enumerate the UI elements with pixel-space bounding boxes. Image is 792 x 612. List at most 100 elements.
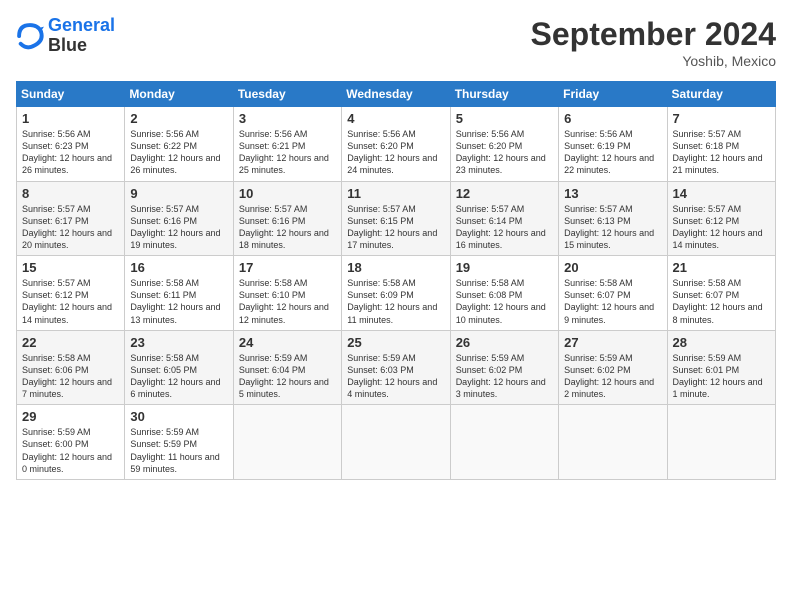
title-area: September 2024 Yoshib, Mexico [531,16,776,69]
day-cell: 27 Sunrise: 5:59 AMSunset: 6:02 PMDayligh… [559,330,667,405]
day-info: Sunrise: 5:56 AMSunset: 6:20 PMDaylight:… [347,128,444,177]
day-cell: 22Sunrise: 5:58 AMSunset: 6:06 PMDayligh… [17,330,125,405]
day-info: Sunrise: 5:58 AMSunset: 6:09 PMDaylight:… [347,277,444,326]
logo-text: General Blue [48,16,115,56]
day-number: 23 [130,335,227,350]
day-cell: 5 Sunrise: 5:56 AMSunset: 6:20 PMDaylight… [450,107,558,182]
day-info: Sunrise: 5:56 AMSunset: 6:19 PMDaylight:… [564,128,661,177]
day-cell: 21 Sunrise: 5:58 AMSunset: 6:07 PMDayligh… [667,256,775,331]
day-number: 4 [347,111,444,126]
day-cell: 26Sunrise: 5:59 AMSunset: 6:02 PMDayligh… [450,330,558,405]
col-sunday: Sunday [17,82,125,107]
day-cell: 30Sunrise: 5:59 AMSunset: 5:59 PMDayligh… [125,405,233,480]
day-number: 16 [130,260,227,275]
week-row-1: 1 Sunrise: 5:56 AMSunset: 6:23 PMDaylight… [17,107,776,182]
day-cell: 6 Sunrise: 5:56 AMSunset: 6:19 PMDaylight… [559,107,667,182]
day-cell: 20 Sunrise: 5:58 AMSunset: 6:07 PMDayligh… [559,256,667,331]
day-number: 24 [239,335,336,350]
day-info: Sunrise: 5:56 AMSunset: 6:23 PMDaylight:… [22,128,119,177]
day-info: Sunrise: 5:57 AMSunset: 6:17 PMDaylight:… [22,203,119,252]
day-info: Sunrise: 5:58 AMSunset: 6:08 PMDaylight:… [456,277,553,326]
day-cell: 8Sunrise: 5:57 AMSunset: 6:17 PMDaylight… [17,181,125,256]
day-cell: 18 Sunrise: 5:58 AMSunset: 6:09 PMDayligh… [342,256,450,331]
day-cell: 3 Sunrise: 5:56 AMSunset: 6:21 PMDaylight… [233,107,341,182]
week-row-3: 15Sunrise: 5:57 AMSunset: 6:12 PMDayligh… [17,256,776,331]
day-number: 21 [673,260,770,275]
day-info: Sunrise: 5:58 AMSunset: 6:07 PMDaylight:… [564,277,661,326]
day-number: 20 [564,260,661,275]
calendar-page: General Blue September 2024 Yoshib, Mexi… [0,0,792,612]
day-info: Sunrise: 5:58 AMSunset: 6:05 PMDaylight:… [130,352,227,401]
day-info: Sunrise: 5:57 AMSunset: 6:13 PMDaylight:… [564,203,661,252]
location: Yoshib, Mexico [531,53,776,69]
col-saturday: Saturday [667,82,775,107]
col-monday: Monday [125,82,233,107]
header: General Blue September 2024 Yoshib, Mexi… [16,16,776,69]
day-info: Sunrise: 5:59 AMSunset: 5:59 PMDaylight:… [130,426,227,475]
day-info: Sunrise: 5:59 AMSunset: 6:02 PMDaylight:… [456,352,553,401]
day-cell: 17Sunrise: 5:58 AMSunset: 6:10 PMDayligh… [233,256,341,331]
day-cell: 9 Sunrise: 5:57 AMSunset: 6:16 PMDaylight… [125,181,233,256]
day-number: 9 [130,186,227,201]
day-cell [559,405,667,480]
col-wednesday: Wednesday [342,82,450,107]
days-of-week-row: Sunday Monday Tuesday Wednesday Thursday… [17,82,776,107]
day-cell [233,405,341,480]
month-title: September 2024 [531,16,776,53]
day-number: 17 [239,260,336,275]
day-number: 11 [347,186,444,201]
day-number: 5 [456,111,553,126]
day-info: Sunrise: 5:57 AMSunset: 6:14 PMDaylight:… [456,203,553,252]
day-info: Sunrise: 5:57 AMSunset: 6:16 PMDaylight:… [130,203,227,252]
day-cell [342,405,450,480]
day-cell: 14Sunrise: 5:57 AMSunset: 6:12 PMDayligh… [667,181,775,256]
day-number: 3 [239,111,336,126]
day-number: 28 [673,335,770,350]
day-number: 27 [564,335,661,350]
day-number: 15 [22,260,119,275]
day-cell: 16Sunrise: 5:58 AMSunset: 6:11 PMDayligh… [125,256,233,331]
day-number: 25 [347,335,444,350]
day-info: Sunrise: 5:56 AMSunset: 6:22 PMDaylight:… [130,128,227,177]
day-number: 19 [456,260,553,275]
day-info: Sunrise: 5:57 AMSunset: 6:15 PMDaylight:… [347,203,444,252]
day-number: 10 [239,186,336,201]
col-tuesday: Tuesday [233,82,341,107]
day-info: Sunrise: 5:59 AMSunset: 6:03 PMDaylight:… [347,352,444,401]
day-number: 2 [130,111,227,126]
day-cell: 10 Sunrise: 5:57 AMSunset: 6:16 PMDayligh… [233,181,341,256]
day-info: Sunrise: 5:56 AMSunset: 6:21 PMDaylight:… [239,128,336,177]
day-cell: 7 Sunrise: 5:57 AMSunset: 6:18 PMDaylight… [667,107,775,182]
day-info: Sunrise: 5:59 AMSunset: 6:04 PMDaylight:… [239,352,336,401]
day-cell: 1 Sunrise: 5:56 AMSunset: 6:23 PMDaylight… [17,107,125,182]
day-cell: 11 Sunrise: 5:57 AMSunset: 6:15 PMDayligh… [342,181,450,256]
logo-icon [16,22,44,50]
day-number: 6 [564,111,661,126]
day-info: Sunrise: 5:57 AMSunset: 6:12 PMDaylight:… [673,203,770,252]
day-cell: 13Sunrise: 5:57 AMSunset: 6:13 PMDayligh… [559,181,667,256]
day-cell: 24 Sunrise: 5:59 AMSunset: 6:04 PMDayligh… [233,330,341,405]
day-info: Sunrise: 5:57 AMSunset: 6:16 PMDaylight:… [239,203,336,252]
calendar-table: Sunday Monday Tuesday Wednesday Thursday… [16,81,776,480]
day-number: 7 [673,111,770,126]
day-cell: 19 Sunrise: 5:58 AMSunset: 6:08 PMDayligh… [450,256,558,331]
day-cell [450,405,558,480]
day-info: Sunrise: 5:56 AMSunset: 6:20 PMDaylight:… [456,128,553,177]
col-thursday: Thursday [450,82,558,107]
day-info: Sunrise: 5:59 AMSunset: 6:01 PMDaylight:… [673,352,770,401]
logo-line1: General [48,15,115,35]
day-number: 18 [347,260,444,275]
logo: General Blue [16,16,115,56]
day-cell: 28 Sunrise: 5:59 AMSunset: 6:01 PMDayligh… [667,330,775,405]
day-cell: 15Sunrise: 5:57 AMSunset: 6:12 PMDayligh… [17,256,125,331]
day-info: Sunrise: 5:58 AMSunset: 6:07 PMDaylight:… [673,277,770,326]
day-cell: 29 Sunrise: 5:59 AMSunset: 6:00 PMDayligh… [17,405,125,480]
day-info: Sunrise: 5:57 AMSunset: 6:18 PMDaylight:… [673,128,770,177]
day-number: 1 [22,111,119,126]
day-info: Sunrise: 5:59 AMSunset: 6:02 PMDaylight:… [564,352,661,401]
calendar-header: Sunday Monday Tuesday Wednesday Thursday… [17,82,776,107]
day-info: Sunrise: 5:59 AMSunset: 6:00 PMDaylight:… [22,426,119,475]
day-number: 12 [456,186,553,201]
day-cell: 25 Sunrise: 5:59 AMSunset: 6:03 PMDayligh… [342,330,450,405]
day-number: 29 [22,409,119,424]
